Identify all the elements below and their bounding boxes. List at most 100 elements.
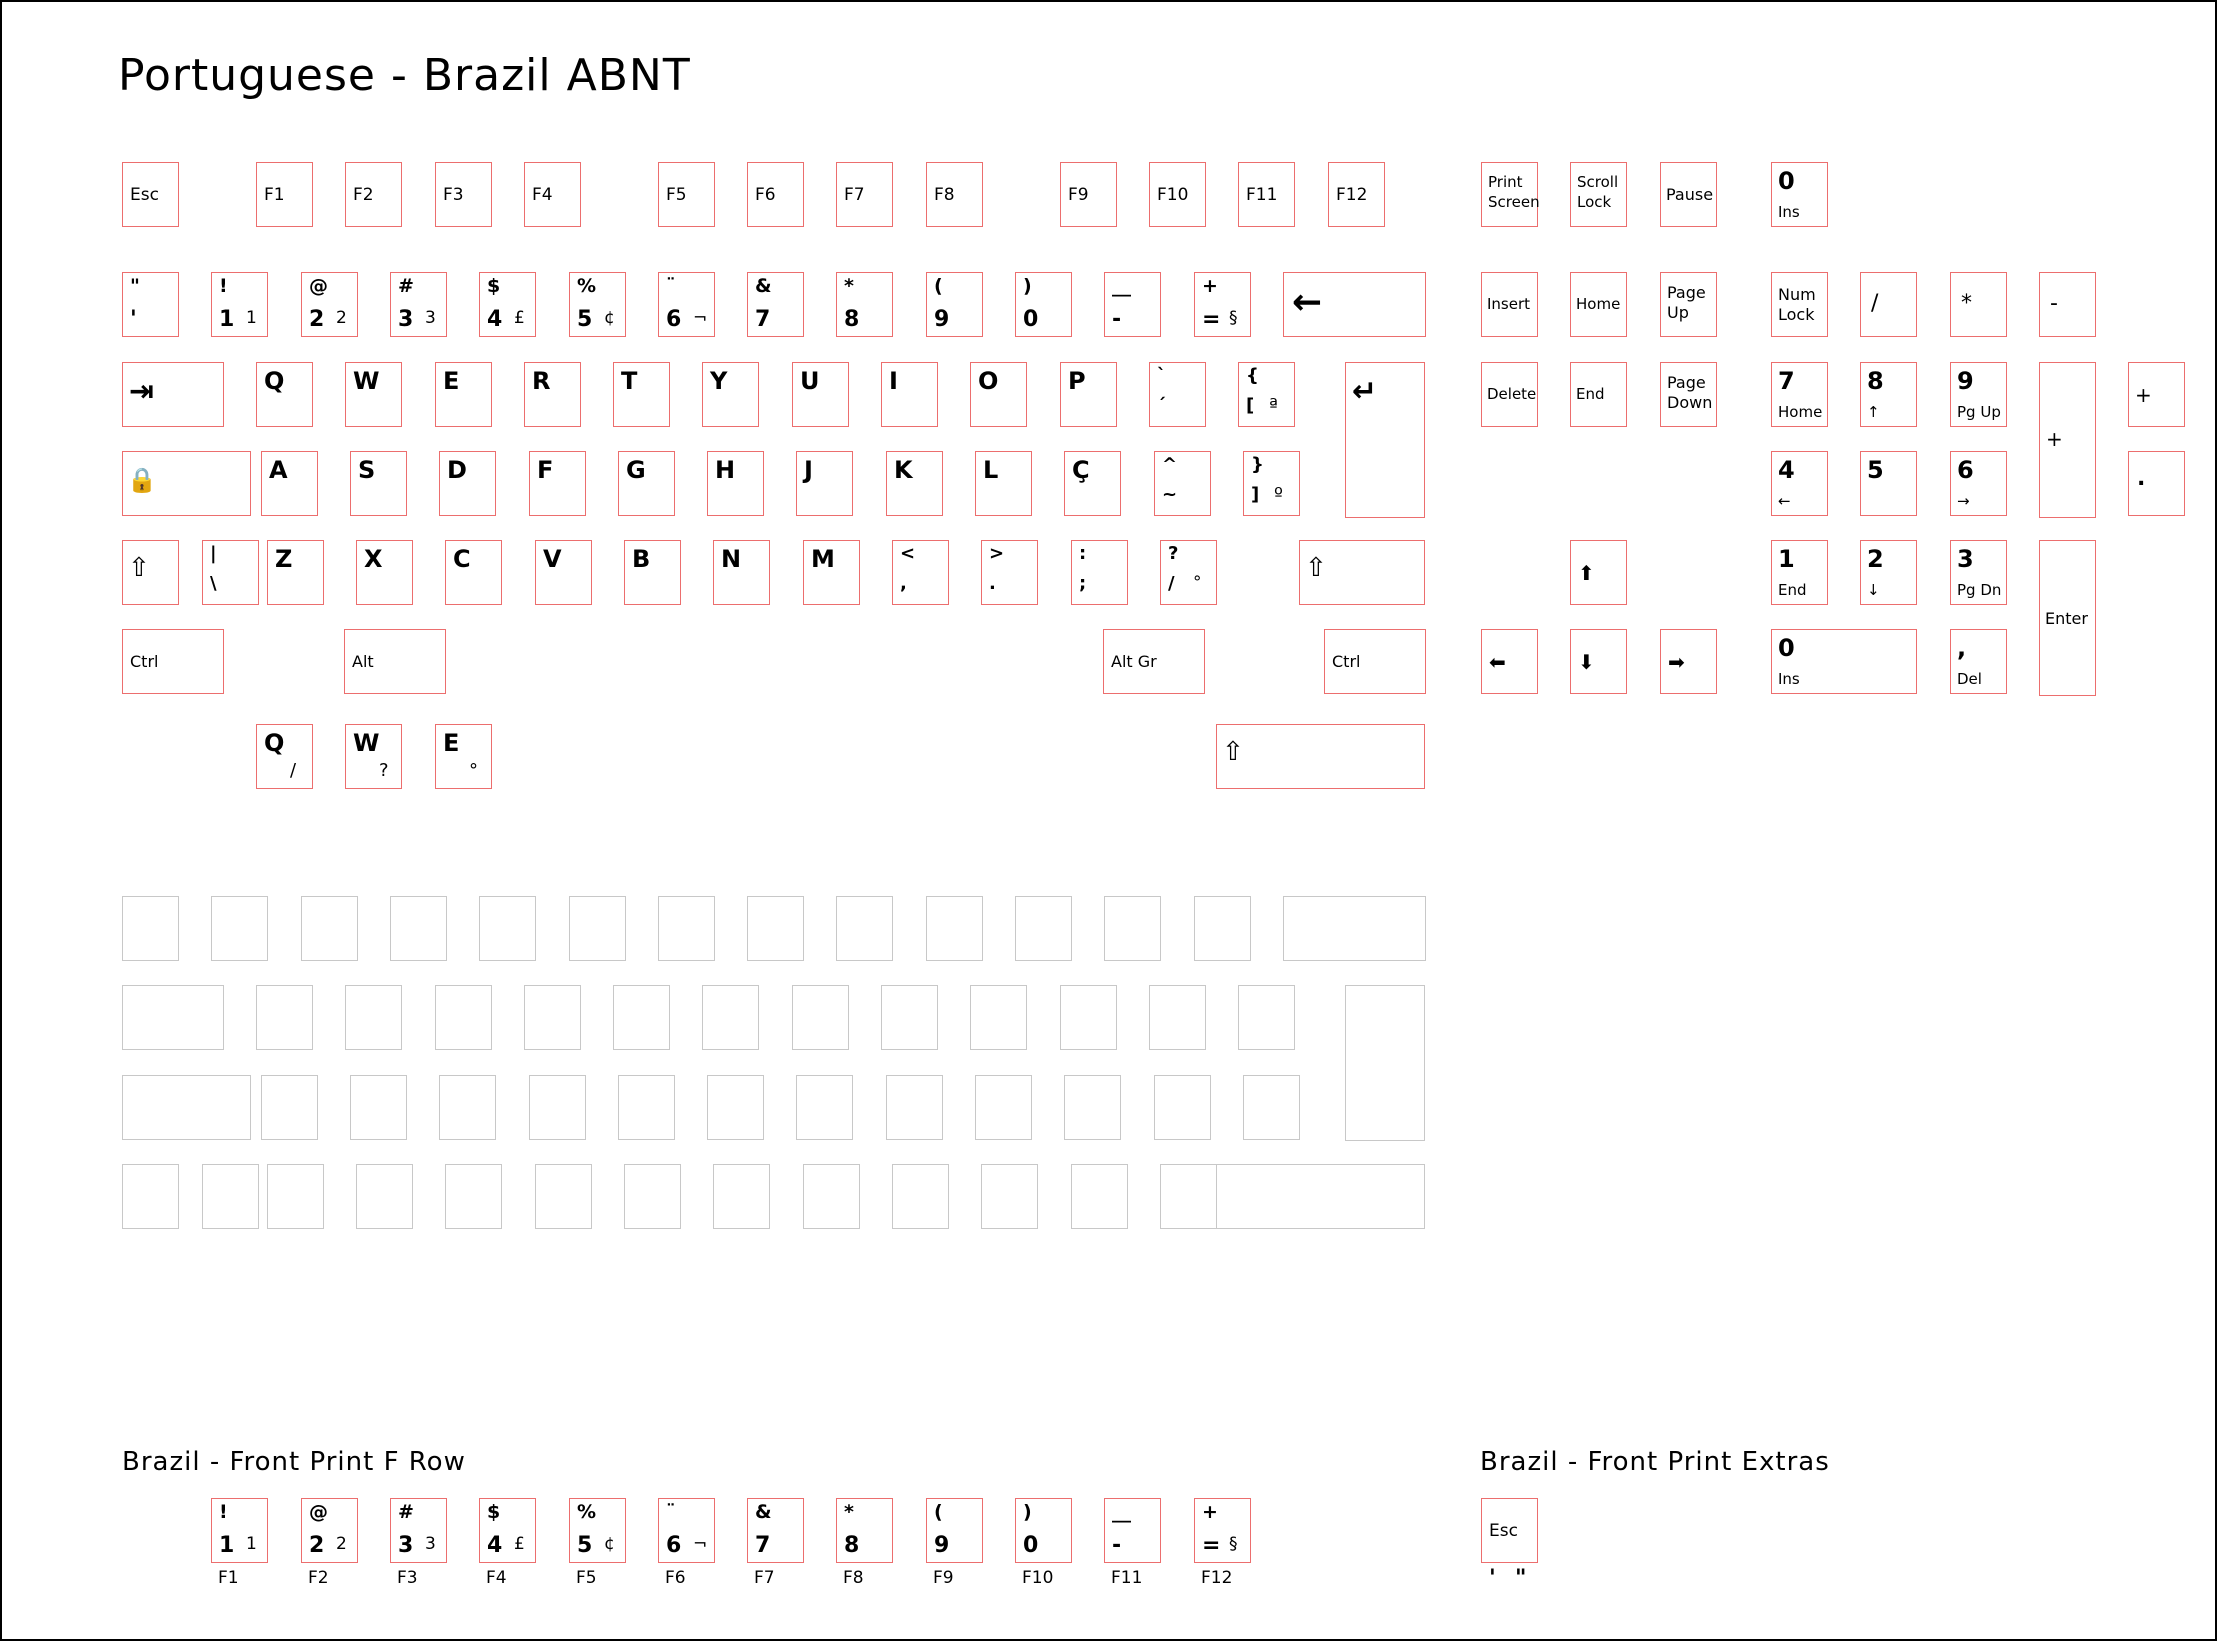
key-alt[interactable]: Alt — [344, 629, 446, 694]
key-number-10[interactable]: ) 0 — [1015, 272, 1072, 337]
key-altgr-extra-e[interactable]: E ° — [435, 724, 492, 789]
key-page-down[interactable]: Page Down — [1660, 362, 1717, 427]
key-pause[interactable]: Pause — [1660, 162, 1717, 227]
front-print-key-7[interactable]: & 7 — [747, 1498, 804, 1563]
key-d[interactable]: D — [439, 451, 496, 516]
key-f12[interactable]: F12 — [1328, 162, 1385, 227]
key-arrow-left[interactable]: ⬅ — [1481, 629, 1538, 694]
key-b[interactable]: B — [624, 540, 681, 605]
front-print-key-6[interactable]: ¨ 6 ¬ — [658, 1498, 715, 1563]
key-z[interactable]: Z — [267, 540, 324, 605]
front-print-key-9[interactable]: (9 — [926, 1498, 983, 1563]
key-numpad-7[interactable]: 7 Home — [1771, 362, 1828, 427]
key-numpad-multiply[interactable]: * — [1950, 272, 2007, 337]
key-p[interactable]: P — [1060, 362, 1117, 427]
key-v[interactable]: V — [535, 540, 592, 605]
key-f11[interactable]: F11 — [1238, 162, 1295, 227]
key-r[interactable]: R — [524, 362, 581, 427]
key-arrow-down[interactable]: ⬇ — [1570, 629, 1627, 694]
key-number-6[interactable]: ¨ 6 ¬ — [658, 272, 715, 337]
key-home[interactable]: Home — [1570, 272, 1627, 337]
front-print-key-2[interactable]: @2 2 — [301, 1498, 358, 1563]
key-numpad-6[interactable]: 6 → — [1950, 451, 2007, 516]
key-page-up[interactable]: Page Up — [1660, 272, 1717, 337]
key-numpad-5[interactable]: 5 — [1860, 451, 1917, 516]
key-number-7[interactable]: & 7 — [747, 272, 804, 337]
key-arrow-up[interactable]: ⬆ — [1570, 540, 1627, 605]
key-tab[interactable]: ⇥ — [122, 362, 224, 427]
key-numpad-dot-extra[interactable]: . — [2128, 451, 2185, 516]
key-n[interactable]: N — [713, 540, 770, 605]
key-number-1[interactable]: ! 1 1 — [211, 272, 268, 337]
key-number-9[interactable]: (9 — [926, 272, 983, 337]
key-c[interactable]: C — [445, 540, 502, 605]
key-f[interactable]: F — [529, 451, 586, 516]
front-print-key-11[interactable]: __ - — [1104, 1498, 1161, 1563]
key-scroll-lock[interactable]: Scroll Lock — [1570, 162, 1627, 227]
key-numpad-plus[interactable]: + — [2039, 362, 2096, 518]
key-number-12[interactable]: + = § — [1194, 272, 1251, 337]
key-home-extra-1[interactable]: }] º — [1243, 451, 1300, 516]
key-shift-right[interactable]: ⇧ — [1299, 540, 1425, 605]
key-numpad-minus[interactable]: - — [2039, 272, 2096, 337]
key-g[interactable]: G — [618, 451, 675, 516]
key-f7[interactable]: F7 — [836, 162, 893, 227]
key-pipe-backslash[interactable]: | \ — [202, 540, 259, 605]
key-esc[interactable]: Esc — [122, 162, 179, 227]
key-bottom-extra-0[interactable]: <, — [892, 540, 949, 605]
key-num-lock[interactable]: Num Lock — [1771, 272, 1828, 337]
key-f2[interactable]: F2 — [345, 162, 402, 227]
key-numpad-3[interactable]: 3 Pg Dn — [1950, 540, 2007, 605]
key-number-0[interactable]: " ' — [122, 272, 179, 337]
key-number-4[interactable]: $4 £ — [479, 272, 536, 337]
key-number-5[interactable]: % 5 ¢ — [569, 272, 626, 337]
key-print-screen[interactable]: Print Screen — [1481, 162, 1540, 227]
key-q[interactable]: Q — [256, 362, 313, 427]
key-altgr-extra-w[interactable]: W? — [345, 724, 402, 789]
key-bottom-extra-3[interactable]: ? / ° — [1160, 540, 1217, 605]
front-print-key-5[interactable]: % 5 ¢ — [569, 1498, 626, 1563]
key-end[interactable]: End — [1570, 362, 1627, 427]
key-f9[interactable]: F9 — [1060, 162, 1117, 227]
key-j[interactable]: J — [796, 451, 853, 516]
key-u[interactable]: U — [792, 362, 849, 427]
front-print-key-1[interactable]: ! 1 1 — [211, 1498, 268, 1563]
key-numpad-zero[interactable]: 0 Ins — [1771, 629, 1917, 694]
key-caps-lock[interactable]: 🔒 — [122, 451, 251, 516]
key-numpad-comma[interactable]: , Del — [1950, 629, 2007, 694]
front-print-esc[interactable]: Esc — [1481, 1498, 1538, 1563]
key-numpad-4[interactable]: 4 ← — [1771, 451, 1828, 516]
key-k[interactable]: K — [886, 451, 943, 516]
key-e[interactable]: E — [435, 362, 492, 427]
key-ctrl-right[interactable]: Ctrl — [1324, 629, 1426, 694]
key-y[interactable]: Y — [702, 362, 759, 427]
key-altgr-extra-q[interactable]: Q / — [256, 724, 313, 789]
front-print-key-8[interactable]: * 8 — [836, 1498, 893, 1563]
key-home-extra-0[interactable]: ^ ~ — [1154, 451, 1211, 516]
key-f6[interactable]: F6 — [747, 162, 804, 227]
key-number-3[interactable]: #3 3 — [390, 272, 447, 337]
key-delete[interactable]: Delete — [1481, 362, 1538, 427]
key-shift-left[interactable]: ⇧ — [122, 540, 179, 605]
key-sym[interactable]: Ç — [1064, 451, 1121, 516]
key-s[interactable]: S — [350, 451, 407, 516]
key-numpad-9[interactable]: 9 Pg Up — [1950, 362, 2007, 427]
key-ctrl-left[interactable]: Ctrl — [122, 629, 224, 694]
key-enter[interactable]: ↵ — [1345, 362, 1425, 518]
key-number-8[interactable]: * 8 — [836, 272, 893, 337]
key-a[interactable]: A — [261, 451, 318, 516]
front-print-key-4[interactable]: $4 £ — [479, 1498, 536, 1563]
key-i[interactable]: I — [881, 362, 938, 427]
key-numpad-1[interactable]: 1 End — [1771, 540, 1828, 605]
key-h[interactable]: H — [707, 451, 764, 516]
key-numpad-2[interactable]: 2 ↓ — [1860, 540, 1917, 605]
key-f3[interactable]: F3 — [435, 162, 492, 227]
front-print-key-3[interactable]: #3 3 — [390, 1498, 447, 1563]
key-f5[interactable]: F5 — [658, 162, 715, 227]
key-m[interactable]: M — [803, 540, 860, 605]
key-o[interactable]: O — [970, 362, 1027, 427]
key-bottom-extra-1[interactable]: >. — [981, 540, 1038, 605]
key-w[interactable]: W — [345, 362, 402, 427]
key-bottom-extra-2[interactable]: :; — [1071, 540, 1128, 605]
front-print-key-10[interactable]: ) 0 — [1015, 1498, 1072, 1563]
